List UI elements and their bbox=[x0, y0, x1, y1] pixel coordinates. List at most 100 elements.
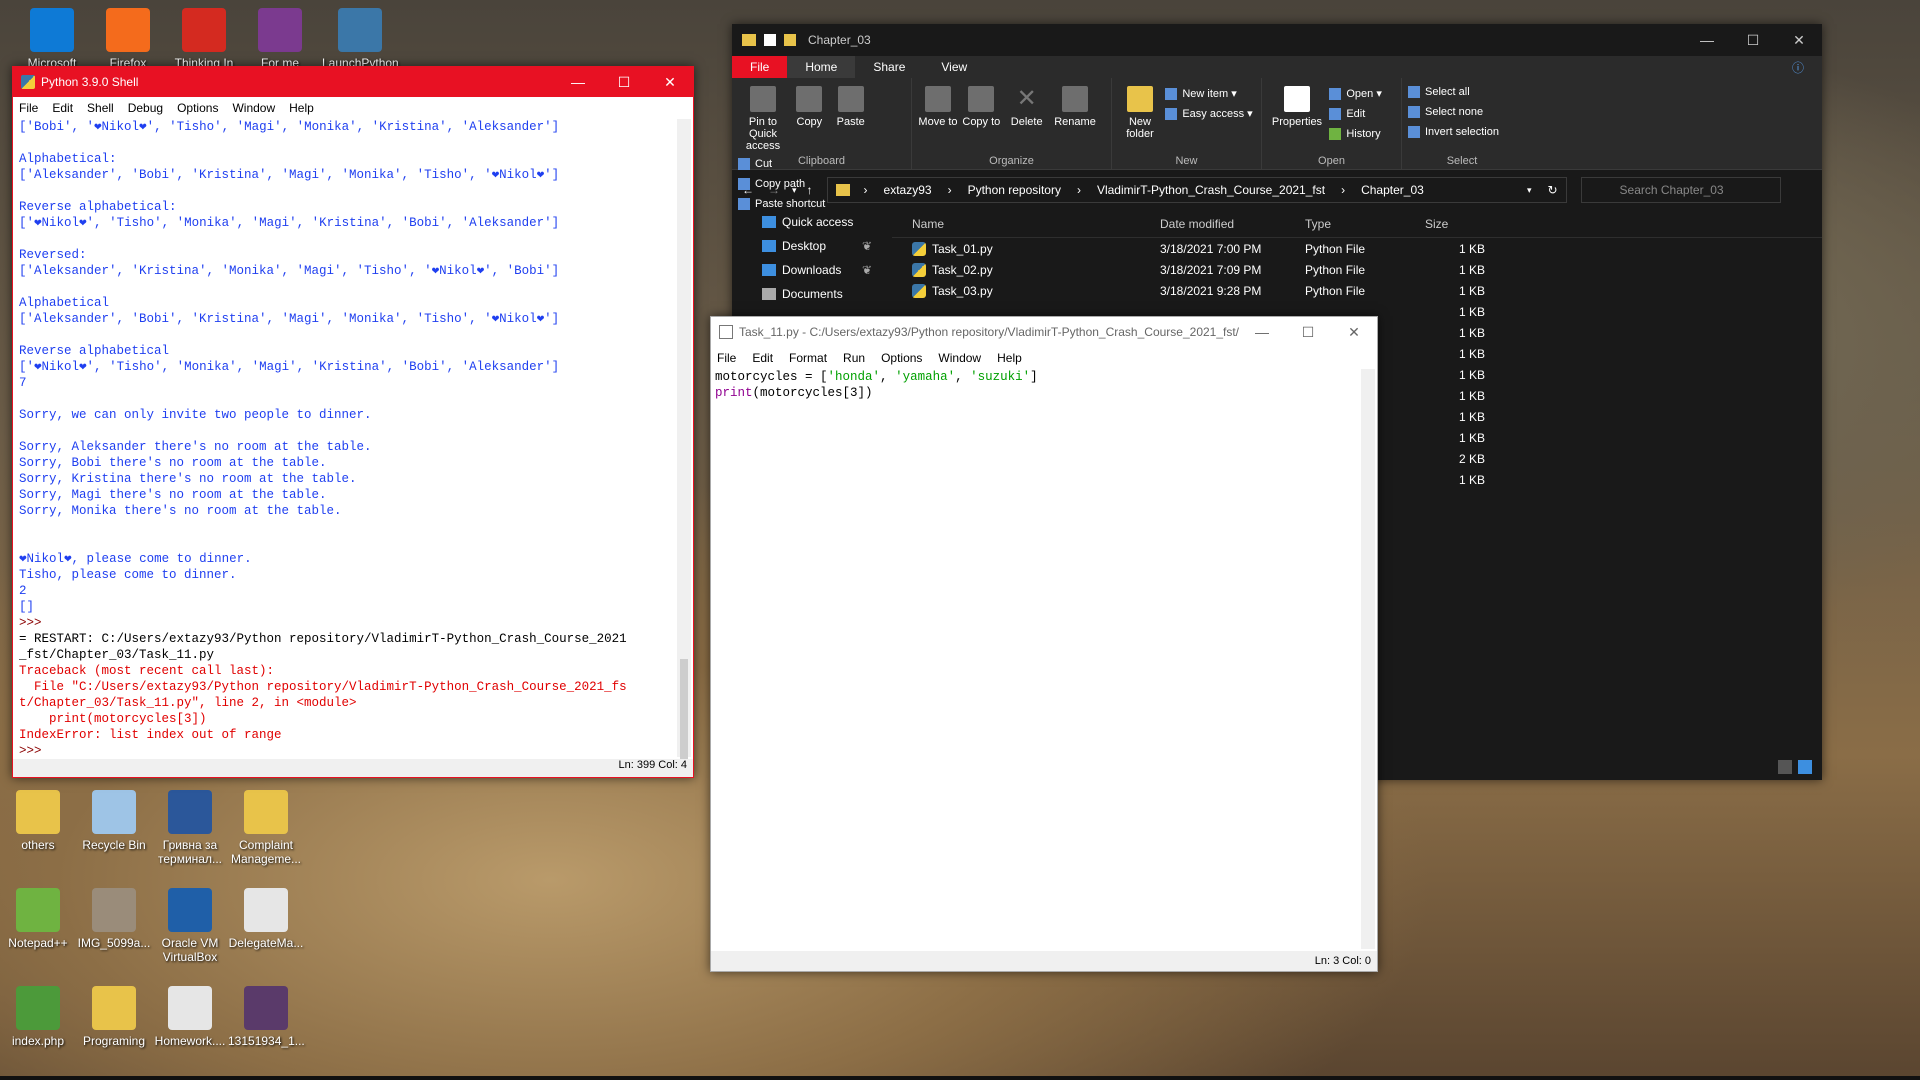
desktop-shortcut[interactable]: LaunchPython bbox=[322, 8, 399, 70]
nav-desktop[interactable]: Desktop ❦ bbox=[732, 234, 882, 258]
shell-title-bar[interactable]: Python 3.9.0 Shell — ☐ ✕ bbox=[13, 67, 693, 97]
details-view-icon[interactable] bbox=[1778, 760, 1792, 774]
shell-console-output[interactable]: ['Bobi', '❤Nikol❤', 'Tisho', 'Magi', 'Mo… bbox=[19, 119, 675, 757]
minimize-button[interactable]: — bbox=[555, 74, 601, 90]
photo-icon bbox=[92, 888, 136, 932]
shell-menu-item[interactable]: File bbox=[19, 101, 38, 115]
shell-menu-item[interactable]: Window bbox=[232, 101, 275, 115]
shell-menu-item[interactable]: Shell bbox=[87, 101, 114, 115]
minimize-button[interactable]: — bbox=[1684, 32, 1730, 48]
shell-menu-item[interactable]: Help bbox=[289, 101, 314, 115]
move-to-button[interactable]: Move to bbox=[918, 82, 958, 128]
copy-path-button[interactable]: Copy path bbox=[738, 174, 825, 194]
select-none-button[interactable]: Select none bbox=[1408, 102, 1516, 122]
copy-button[interactable]: Copy bbox=[791, 82, 827, 128]
file-row[interactable]: Task_01.py 3/18/2021 7:00 PM Python File 1 … bbox=[892, 238, 1822, 259]
maximize-button[interactable]: ☐ bbox=[1730, 32, 1776, 49]
code-editor[interactable]: motorcycles = ['honda', 'yamaha', 'suzuk… bbox=[715, 369, 1359, 949]
minimize-button[interactable]: — bbox=[1239, 324, 1285, 340]
breadcrumb-item[interactable]: VladimirT-Python_Crash_Course_2021_fst bbox=[1097, 183, 1325, 197]
edit-button[interactable]: Edit bbox=[1329, 104, 1382, 124]
tab-share[interactable]: Share bbox=[855, 60, 923, 74]
desktop-shortcut[interactable]: Microsoft bbox=[14, 8, 90, 70]
desktop-shortcut[interactable]: For me bbox=[242, 8, 318, 70]
idle-editor-window[interactable]: Task_11.py - C:/Users/extazy93/Python re… bbox=[710, 316, 1378, 972]
open-button[interactable]: Open ▾ bbox=[1329, 84, 1382, 104]
desktop-shortcut[interactable]: index.php bbox=[0, 986, 76, 1048]
new-item-button[interactable]: New item ▾ bbox=[1165, 84, 1252, 104]
shell-menu-item[interactable]: Debug bbox=[128, 101, 163, 115]
breadcrumb-item[interactable]: extazy93 bbox=[884, 183, 932, 197]
help-icon[interactable]: ⓘ bbox=[1774, 59, 1822, 76]
desktop-shortcut[interactable]: Firefox bbox=[90, 8, 166, 70]
properties-quick-icon[interactable] bbox=[764, 34, 776, 46]
desktop-shortcut[interactable]: Recycle Bin bbox=[76, 790, 152, 852]
file-row[interactable]: Task_02.py 3/18/2021 7:09 PM Python File 1 … bbox=[892, 259, 1822, 280]
desktop-shortcut[interactable]: Гривна за терминал... bbox=[152, 790, 228, 866]
search-box[interactable]: Search Chapter_03 bbox=[1580, 177, 1781, 203]
new-folder-quick-icon[interactable] bbox=[784, 34, 796, 46]
easy-access-button[interactable]: Easy access ▾ bbox=[1165, 104, 1253, 124]
desktop-shortcut[interactable]: Homework.... bbox=[152, 986, 228, 1048]
tab-view[interactable]: View bbox=[923, 60, 985, 74]
console-line: ['Aleksander', 'Bobi', 'Kristina', 'Magi… bbox=[19, 312, 560, 326]
refresh-icon[interactable]: ↻ bbox=[1547, 183, 1557, 197]
close-button[interactable]: ✕ bbox=[1331, 324, 1377, 341]
editor-menu-item[interactable]: Run bbox=[843, 351, 865, 365]
editor-menu-item[interactable]: Window bbox=[938, 351, 981, 365]
shell-menu-item[interactable]: Edit bbox=[52, 101, 73, 115]
maximize-button[interactable]: ☐ bbox=[1285, 324, 1331, 341]
editor-menu-item[interactable]: Options bbox=[881, 351, 922, 365]
properties-button[interactable]: Properties bbox=[1268, 82, 1326, 128]
desktop-shortcut[interactable]: Programing bbox=[76, 986, 152, 1048]
address-bar[interactable]: › extazy93 › Python repository › VladimirT… bbox=[826, 177, 1567, 203]
properties-icon bbox=[1284, 86, 1310, 112]
shell-scrollbar[interactable] bbox=[677, 119, 691, 759]
python-shell-window[interactable]: Python 3.9.0 Shell — ☐ ✕ File Edit Shell De… bbox=[12, 66, 694, 778]
scrollbar-thumb[interactable] bbox=[680, 659, 688, 759]
column-type[interactable]: Type bbox=[1297, 217, 1417, 231]
explorer-title-bar[interactable]: Chapter_03 — ☐ ✕ bbox=[732, 24, 1822, 56]
nav-documents[interactable]: Documents bbox=[732, 282, 882, 306]
desktop-shortcut[interactable]: Oracle VM VirtualBox bbox=[152, 888, 228, 964]
file-row[interactable]: Task_03.py 3/18/2021 9:28 PM Python File 1 … bbox=[892, 280, 1822, 301]
editor-menu-item[interactable]: File bbox=[717, 351, 736, 365]
nav-quick-access[interactable]: Quick access bbox=[732, 210, 882, 234]
large-icons-view-icon[interactable] bbox=[1798, 760, 1812, 774]
delete-button[interactable]: ✕ Delete bbox=[1005, 82, 1049, 129]
rename-button[interactable]: Rename bbox=[1052, 82, 1098, 128]
maximize-button[interactable]: ☐ bbox=[601, 74, 647, 91]
desktop-shortcut[interactable]: Complaint Manageme... bbox=[228, 790, 304, 866]
desktop-shortcut[interactable]: DelegateMa... bbox=[228, 888, 304, 950]
column-date-modified[interactable]: Date modified bbox=[1152, 217, 1297, 231]
editor-menu-item[interactable]: Edit bbox=[752, 351, 773, 365]
nav-downloads[interactable]: Downloads ❦ bbox=[732, 258, 882, 282]
desktop-shortcut[interactable]: others bbox=[0, 790, 76, 852]
select-all-button[interactable]: Select all bbox=[1408, 82, 1516, 102]
desktop-shortcut[interactable]: 13151934_1... bbox=[228, 986, 305, 1048]
close-button[interactable]: ✕ bbox=[1776, 32, 1822, 49]
editor-title-bar[interactable]: Task_11.py - C:/Users/extazy93/Python re… bbox=[711, 317, 1377, 347]
editor-scrollbar[interactable] bbox=[1361, 369, 1375, 949]
copy-to-button[interactable]: Copy to bbox=[961, 82, 1001, 128]
new-folder-button[interactable]: New folder bbox=[1118, 82, 1162, 140]
editor-menu-item[interactable]: Help bbox=[997, 351, 1022, 365]
paste-button[interactable]: Paste bbox=[831, 82, 871, 128]
shell-menu-item[interactable]: Options bbox=[177, 101, 218, 115]
desktop-shortcut[interactable]: Thinking In bbox=[166, 8, 242, 70]
invert-selection-button[interactable]: Invert selection bbox=[1408, 122, 1516, 142]
breadcrumb-item[interactable]: Chapter_03 bbox=[1361, 183, 1424, 197]
breadcrumb-item[interactable]: Python repository bbox=[968, 183, 1061, 197]
column-size[interactable]: Size bbox=[1417, 217, 1497, 231]
tab-file[interactable]: File bbox=[732, 56, 788, 78]
desktop-shortcut[interactable]: Notepad++ bbox=[0, 888, 76, 950]
history-button[interactable]: History bbox=[1329, 124, 1382, 144]
tab-home[interactable]: Home bbox=[787, 56, 856, 78]
close-button[interactable]: ✕ bbox=[647, 74, 693, 91]
editor-menu-item[interactable]: Format bbox=[789, 351, 827, 365]
pin-quick-access-button[interactable]: Pin to Quick access bbox=[738, 82, 788, 152]
column-name[interactable]: Name bbox=[892, 217, 1152, 231]
desktop-shortcut[interactable]: IMG_5099a... bbox=[76, 888, 152, 950]
paste-shortcut-icon bbox=[738, 198, 750, 210]
address-dropdown-icon[interactable]: ▾ bbox=[1527, 185, 1532, 196]
